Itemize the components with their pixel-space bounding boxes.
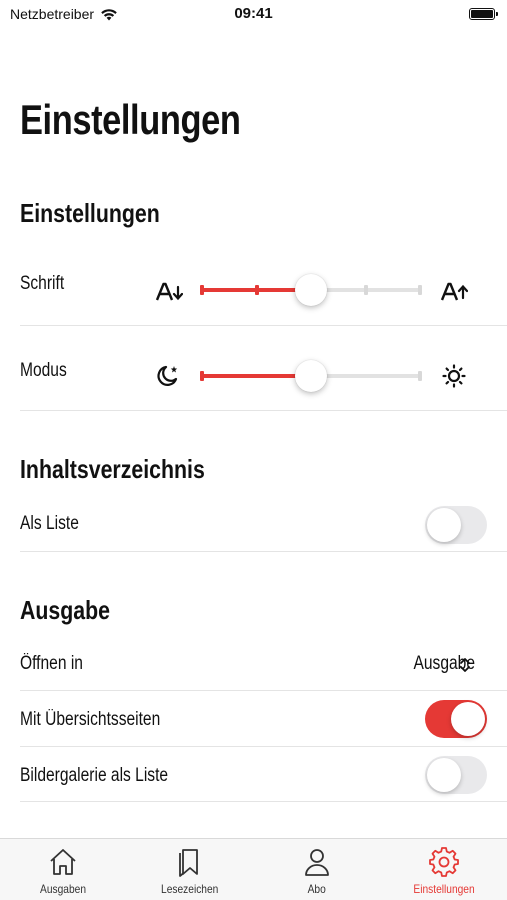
tab-bar: Ausgaben Lesezeichen Abo Einstellungen [0, 838, 507, 900]
font-size-decrease-icon[interactable] [155, 280, 183, 304]
list-toc-label: Als Liste [20, 513, 79, 534]
mode-slider-start [200, 371, 204, 381]
section-title-inhaltsverzeichnis: Inhaltsverzeichnis [20, 454, 205, 484]
home-icon [50, 849, 76, 875]
divider [20, 551, 507, 552]
mode-slider-end [418, 371, 422, 381]
overview-pages-label: Mit Übersichtsseiten [20, 709, 161, 730]
font-size-slider[interactable] [200, 274, 422, 306]
chevron-up-down-icon[interactable] [458, 656, 472, 674]
section-title-einstellungen: Einstellungen [20, 198, 160, 228]
font-size-step-5 [418, 285, 422, 295]
sun-icon[interactable] [440, 364, 468, 388]
battery-icon [469, 8, 498, 20]
tab-label: Ausgaben [40, 882, 86, 896]
toggle-knob [427, 758, 461, 792]
divider [20, 690, 507, 691]
section-title-ausgabe: Ausgabe [20, 595, 111, 625]
font-size-increase-icon[interactable] [440, 280, 468, 304]
font-size-step-4 [363, 285, 368, 295]
person-icon [305, 849, 329, 876]
status-bar: Netzbetreiber 09:41 [0, 0, 507, 30]
divider [20, 410, 507, 411]
font-size-slider-thumb[interactable] [295, 274, 327, 306]
font-size-step-1 [200, 285, 204, 295]
moon-icon[interactable] [155, 364, 183, 388]
list-toc-toggle[interactable] [425, 506, 487, 544]
mode-slider-thumb[interactable] [295, 360, 327, 392]
divider [20, 746, 507, 747]
mode-slider[interactable] [200, 360, 422, 392]
font-size-label: Schrift [20, 273, 65, 294]
page-title: Einstellungen [20, 96, 241, 143]
divider [20, 801, 507, 802]
overview-pages-toggle[interactable] [425, 700, 487, 738]
font-size-step-2 [254, 285, 259, 295]
bookmark-icon [179, 849, 198, 877]
divider [20, 325, 507, 326]
open-in-label: Öffnen in [20, 653, 83, 674]
tab-label: Lesezeichen [161, 882, 219, 896]
tab-label: Abo [307, 882, 327, 896]
gallery-list-label: Bildergalerie als Liste [20, 765, 169, 786]
tab-einstellungen[interactable]: Einstellungen [381, 839, 507, 900]
tab-abo[interactable]: Abo [254, 839, 380, 900]
gear-icon [429, 847, 459, 877]
mode-label: Modus [20, 360, 67, 381]
tab-lesezeichen[interactable]: Lesezeichen [127, 839, 253, 900]
toggle-knob [451, 702, 485, 736]
gallery-list-toggle[interactable] [425, 756, 487, 794]
tab-label: Einstellungen [413, 882, 475, 896]
tab-ausgaben[interactable]: Ausgaben [0, 839, 126, 900]
toggle-knob [427, 508, 461, 542]
clock: 09:41 [234, 5, 273, 22]
